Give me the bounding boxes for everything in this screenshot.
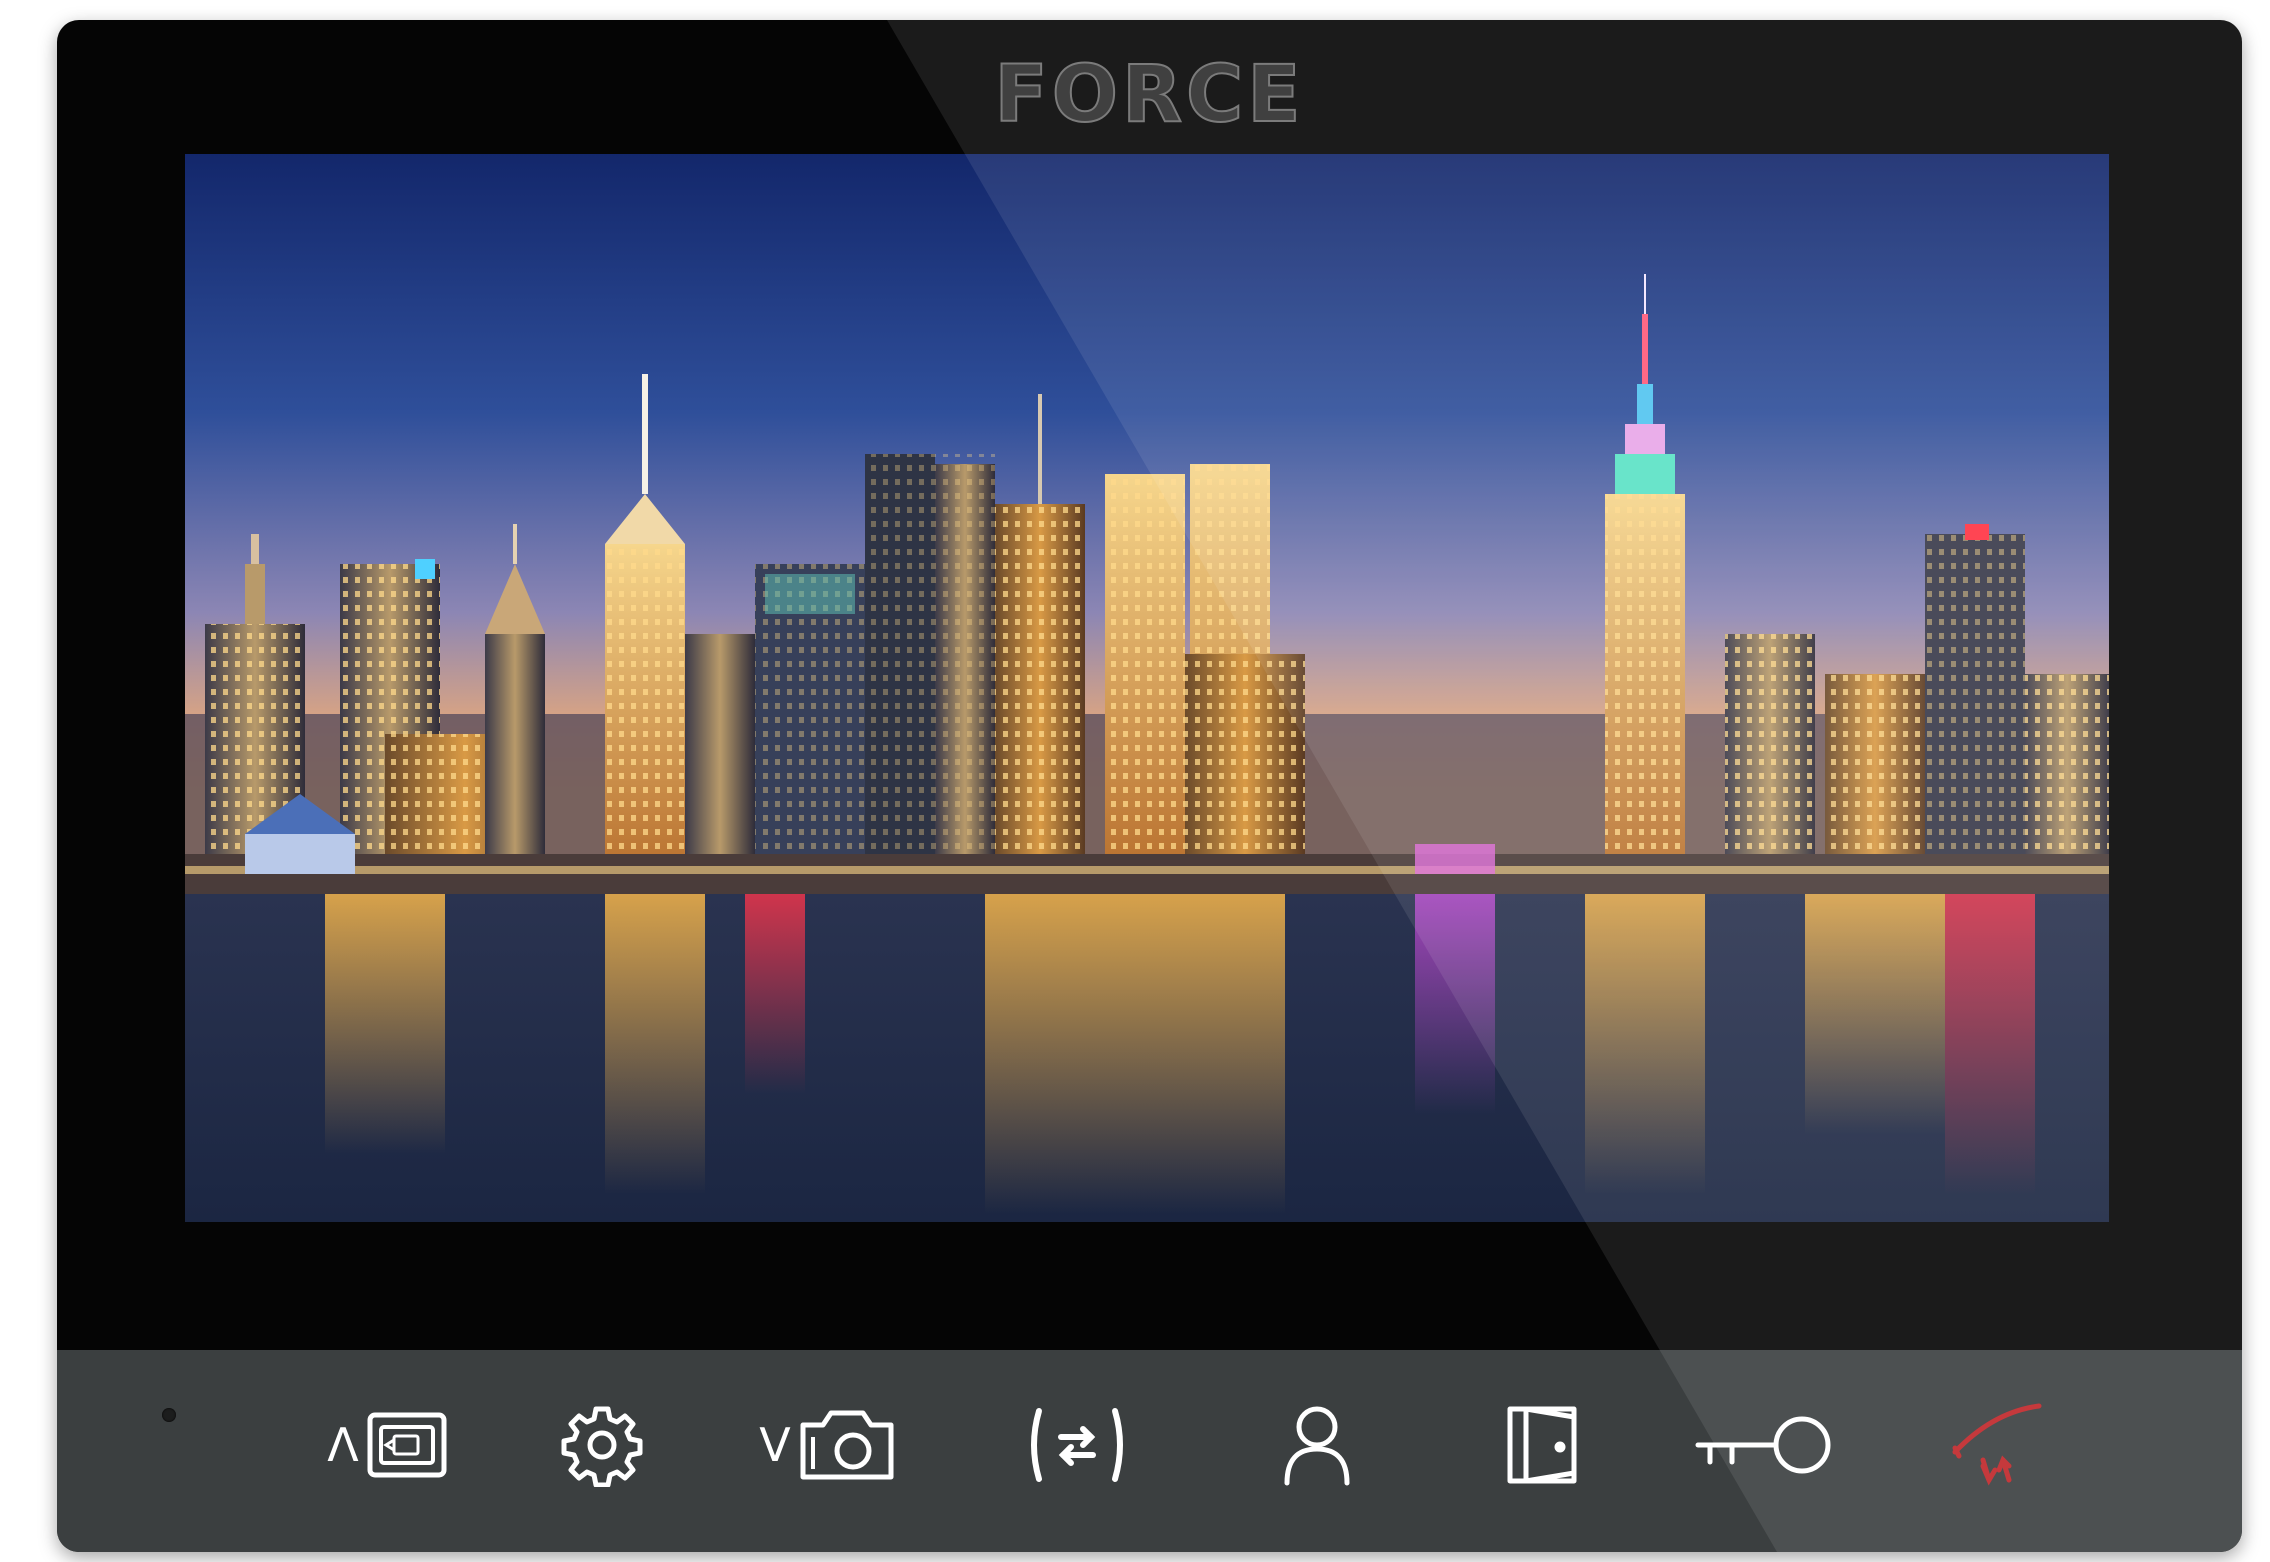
key-icon bbox=[1695, 1416, 1831, 1474]
gear-icon bbox=[561, 1406, 643, 1487]
door-button[interactable] bbox=[1487, 1390, 1597, 1500]
status-led bbox=[162, 1408, 176, 1422]
handset-hangup-icon bbox=[1952, 1403, 2042, 1486]
unlock-button[interactable] bbox=[1687, 1390, 1837, 1500]
hangup-button[interactable] bbox=[1937, 1390, 2057, 1500]
user-icon bbox=[1284, 1406, 1350, 1486]
down-arrow-icon: V bbox=[759, 1418, 791, 1472]
intercom-transfer-icon bbox=[1031, 1408, 1123, 1482]
intercom-transfer-button[interactable] bbox=[1017, 1390, 1137, 1500]
city-skyline-image bbox=[185, 154, 2109, 1222]
camera-icon bbox=[800, 1410, 894, 1480]
door-open-icon bbox=[1507, 1406, 1577, 1484]
up-monitor-button[interactable]: Λ bbox=[312, 1390, 462, 1500]
settings-button[interactable] bbox=[552, 1390, 652, 1500]
display-screen bbox=[185, 154, 2109, 1222]
up-arrow-icon: Λ bbox=[327, 1418, 359, 1472]
user-button[interactable] bbox=[1262, 1390, 1372, 1500]
monitor-camera-icon bbox=[367, 1412, 447, 1478]
intercom-monitor: FORCE Λ V bbox=[57, 20, 2242, 1552]
down-snapshot-button[interactable]: V bbox=[747, 1390, 907, 1500]
brand-logo: FORCE bbox=[993, 50, 1305, 140]
